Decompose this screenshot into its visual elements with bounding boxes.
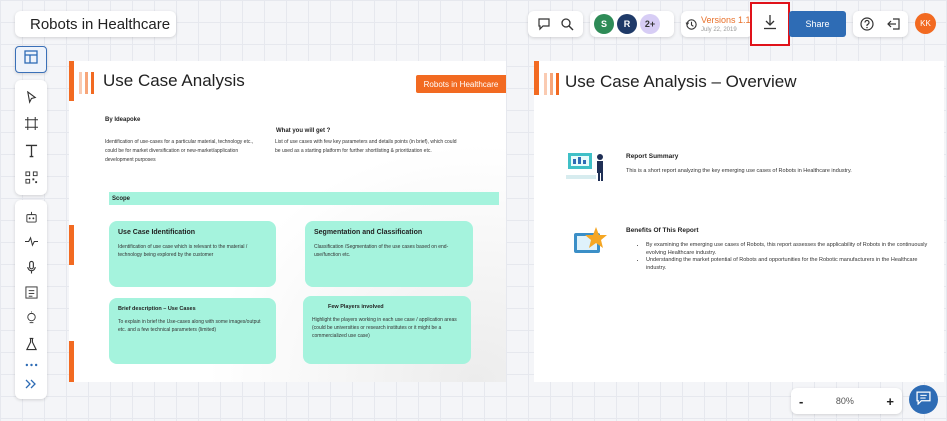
- intro-text: Identification of use-cases for a partic…: [105, 139, 254, 163]
- report-summary-illustration: [564, 149, 608, 190]
- tool-group-basic: [15, 80, 47, 195]
- pointer-icon[interactable]: [25, 90, 38, 104]
- slide-overview[interactable]: Use Case Analysis – Overview Report Summ…: [534, 61, 944, 382]
- more-icon[interactable]: [25, 363, 38, 367]
- version-label: Versions 1.1: [701, 14, 751, 25]
- flask-icon[interactable]: [25, 337, 38, 351]
- help-icon[interactable]: [860, 17, 874, 31]
- scope-box-title: Brief description – Use Cases: [118, 306, 196, 312]
- scope-box-title: Use Case Identification: [118, 229, 196, 236]
- layout-icon: [24, 50, 38, 69]
- topic-tag: Robots in Healthcare: [416, 75, 506, 93]
- layout-tool[interactable]: [15, 46, 47, 73]
- zoom-out-button[interactable]: -: [799, 394, 803, 409]
- slide-use-case-analysis[interactable]: Use Case Analysis Robots in Healthcare B…: [69, 61, 506, 382]
- scope-box: Few Players involved Highlight the playe…: [303, 296, 471, 364]
- author-label: By Ideapoke: [105, 117, 141, 123]
- avatar-more[interactable]: 2+: [640, 14, 660, 34]
- scope-box-title: Few Players involved: [328, 304, 384, 310]
- document-title[interactable]: Robots in Healthcare: [15, 11, 176, 37]
- zoom-control: - 80% +: [791, 388, 902, 414]
- exit-icon[interactable]: [887, 17, 901, 31]
- chat-button[interactable]: [909, 385, 938, 414]
- slide-title: Use Case Analysis – Overview: [565, 72, 797, 91]
- versions-button[interactable]: Versions 1.1 July 22, 2019: [681, 11, 753, 37]
- what-you-get-title: What you will get ?: [276, 128, 331, 134]
- scope-bar: Scope: [109, 192, 499, 205]
- zoom-in-button[interactable]: +: [886, 394, 894, 409]
- user-avatar[interactable]: KK: [915, 13, 936, 34]
- scope-box: Segmentation and Classification Classifi…: [305, 221, 473, 287]
- scope-box-title: Segmentation and Classification: [314, 229, 423, 236]
- document-title-text: Robots in Healthcare: [30, 15, 171, 33]
- scope-box-text: Highlight the players working in each us…: [312, 317, 457, 339]
- download-icon: [763, 14, 777, 35]
- benefits-illustration: [572, 225, 612, 262]
- comment-icon[interactable]: [537, 17, 551, 31]
- scope-box: Use Case Identification Identification o…: [109, 221, 276, 287]
- title-accent-bars: [544, 73, 559, 95]
- frame-icon[interactable]: [24, 117, 38, 131]
- report-summary-text: This is a short report analyzing the key…: [626, 168, 852, 174]
- title-accent-bars: [79, 72, 94, 94]
- text-icon[interactable]: [25, 144, 38, 158]
- report-icon[interactable]: [24, 286, 38, 299]
- chat-icon: [916, 390, 931, 410]
- scope-box: Brief description – Use Cases To explain…: [109, 298, 276, 364]
- search-icon[interactable]: [560, 17, 574, 31]
- scope-box-text: Identification of use case which is rele…: [118, 244, 248, 258]
- help-exit-group: [853, 11, 908, 37]
- share-button[interactable]: Share: [789, 11, 846, 37]
- history-icon: [685, 18, 698, 31]
- download-button[interactable]: [750, 2, 790, 46]
- qr-icon[interactable]: [24, 171, 38, 184]
- what-you-get-text: List of use cases with few key parameter…: [275, 139, 457, 154]
- accent-strip: [69, 341, 74, 382]
- report-summary-title: Report Summary: [626, 153, 679, 160]
- expand-icon[interactable]: [25, 379, 37, 389]
- benefits-title: Benefits Of This Report: [626, 227, 699, 234]
- zoom-level[interactable]: 80%: [836, 396, 854, 406]
- accent-strip: [69, 225, 74, 265]
- robot-icon[interactable]: [25, 210, 38, 223]
- version-date: July 22, 2019: [701, 26, 737, 33]
- scope-box-text: To explain in brief the Use-cases along …: [118, 319, 261, 333]
- scope-box-text: Classification /Segmentation of the use …: [314, 244, 449, 258]
- list-item: By examining the emerging use cases of R…: [646, 242, 928, 257]
- collaborators-group[interactable]: S R 2+: [590, 11, 674, 37]
- bulb-icon[interactable]: [25, 311, 38, 325]
- avatar[interactable]: S: [594, 14, 614, 34]
- tool-group-widgets: [15, 200, 47, 399]
- benefits-list: By examining the emerging use cases of R…: [638, 242, 928, 272]
- pulse-icon[interactable]: [24, 235, 38, 248]
- slide-title: Use Case Analysis: [103, 71, 245, 90]
- accent-strip: [69, 61, 74, 101]
- accent-strip: [534, 61, 539, 95]
- list-item: Understanding the market potential of Ro…: [646, 257, 928, 272]
- mic-icon[interactable]: [25, 260, 38, 274]
- avatar[interactable]: R: [617, 14, 637, 34]
- comment-search-group: [528, 11, 583, 37]
